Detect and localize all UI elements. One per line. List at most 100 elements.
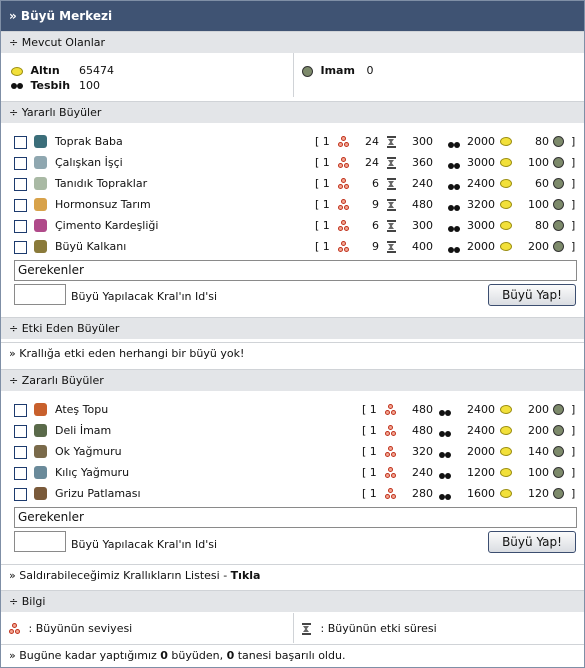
bracket-close: ] xyxy=(571,424,576,437)
spell-beads-cost: 2400 xyxy=(467,177,495,190)
spell-name: Çalışkan İşçi xyxy=(55,156,123,169)
spell-name: Tanıdık Topraklar xyxy=(55,177,148,190)
bracket-open: [ 1 xyxy=(315,240,330,253)
section-header-harmful: ÷ Zararlı Büyüler xyxy=(1,369,584,391)
legend-duration: : Büyünün etki süresi xyxy=(302,622,437,635)
spell-checkbox[interactable] xyxy=(14,488,27,501)
spell-beads-cost: 2400 xyxy=(467,403,495,416)
spell-level: 24 xyxy=(365,156,379,169)
section-header-current: ÷ Mevcut Olanlar xyxy=(1,31,584,53)
spell-checkbox[interactable] xyxy=(14,178,27,191)
tesbih-resource: Tesbih 100 xyxy=(11,79,100,92)
king-id-input-2[interactable] xyxy=(14,531,66,552)
spell-name: Deli İmam xyxy=(55,424,112,437)
bracket-close: ] xyxy=(571,219,576,232)
spell-gold-cost: 100 xyxy=(528,466,549,479)
spell-checkbox[interactable] xyxy=(14,446,27,459)
spell-icon xyxy=(34,240,47,253)
spell-gold-cost: 80 xyxy=(535,135,549,148)
spell-gold-cost: 80 xyxy=(535,219,549,232)
legend-level: : Büyünün seviyesi xyxy=(9,622,132,635)
harmful-spell-row: Ok Yağmuru [ 1 320 2000 140] xyxy=(1,445,584,461)
spell-checkbox[interactable] xyxy=(14,241,27,254)
gold-coin-icon xyxy=(500,137,512,146)
gold-coin-icon xyxy=(500,158,512,167)
spell-gold-cost: 60 xyxy=(535,177,549,190)
hourglass-icon xyxy=(387,178,396,190)
cast-spell-button-2[interactable]: Büyü Yap! xyxy=(488,531,576,553)
spell-level: 9 xyxy=(372,198,379,211)
imam-icon xyxy=(553,404,564,415)
gold-coin-icon xyxy=(500,468,512,477)
bracket-open: [ 1 xyxy=(362,466,377,479)
spell-gold-cost: 200 xyxy=(528,240,549,253)
imam-icon xyxy=(553,157,564,168)
spell-name: Toprak Baba xyxy=(55,135,123,148)
spell-beads-cost: 3000 xyxy=(467,156,495,169)
imam-icon xyxy=(553,241,564,252)
spell-duration: 480 xyxy=(412,403,433,416)
spell-duration: 240 xyxy=(412,177,433,190)
level-icon xyxy=(385,446,397,458)
imam-value: 0 xyxy=(366,64,374,77)
spell-checkbox[interactable] xyxy=(14,467,27,480)
spell-name: Hormonsuz Tarım xyxy=(55,198,151,211)
spell-level: 6 xyxy=(372,219,379,232)
section-header-beneficial: ÷ Yararlı Büyüler xyxy=(1,101,584,123)
imam-icon xyxy=(553,488,564,499)
hourglass-icon xyxy=(387,220,396,232)
level-icon xyxy=(385,425,397,437)
hourglass-icon xyxy=(387,136,396,148)
altin-value: 65474 xyxy=(79,64,114,77)
gold-coin-icon xyxy=(500,200,512,209)
spell-duration: 280 xyxy=(412,487,433,500)
spell-checkbox[interactable] xyxy=(14,404,27,417)
spell-level: 24 xyxy=(365,135,379,148)
imam-resource: Imam 0 xyxy=(302,64,373,77)
spell-checkbox[interactable] xyxy=(14,199,27,212)
king-id-input-1[interactable] xyxy=(14,284,66,305)
bracket-open: [ 1 xyxy=(362,403,377,416)
spell-level: 9 xyxy=(372,240,379,253)
bracket-open: [ 1 xyxy=(362,445,377,458)
imam-icon xyxy=(553,178,564,189)
spell-duration: 480 xyxy=(412,424,433,437)
spell-duration: 360 xyxy=(412,156,433,169)
gold-coin-icon xyxy=(500,179,512,188)
spell-icon xyxy=(34,445,47,458)
bracket-open: [ 1 xyxy=(315,135,330,148)
beneficial-spell-row: Tanıdık Topraklar [ 1 6 240 2400 60] xyxy=(1,177,584,193)
bracket-open: [ 1 xyxy=(362,424,377,437)
spell-checkbox[interactable] xyxy=(14,136,27,149)
spell-gold-cost: 120 xyxy=(528,487,549,500)
spell-icon xyxy=(34,135,47,148)
spell-beads-cost: 1200 xyxy=(467,466,495,479)
spell-checkbox[interactable] xyxy=(14,157,27,170)
gold-coin-icon xyxy=(500,242,512,251)
divider xyxy=(293,613,294,643)
spell-icon xyxy=(34,177,47,190)
bracket-close: ] xyxy=(571,177,576,190)
imam-icon xyxy=(302,65,313,77)
spell-checkbox[interactable] xyxy=(14,425,27,438)
section-header-active: ÷ Etki Eden Büyüler xyxy=(1,317,584,339)
spell-beads-cost: 2400 xyxy=(467,424,495,437)
spell-duration: 480 xyxy=(412,198,433,211)
spell-checkbox[interactable] xyxy=(14,220,27,233)
level-icon xyxy=(338,178,350,190)
gold-coin-icon xyxy=(500,405,512,414)
page-title: » Büyü Merkezi xyxy=(1,1,584,31)
altin-label: Altın xyxy=(30,64,60,77)
spell-beads-cost: 2000 xyxy=(467,135,495,148)
imam-label: Imam xyxy=(320,64,355,77)
total-spells-count: 0 xyxy=(160,649,168,662)
spell-name: Kılıç Yağmuru xyxy=(55,466,130,479)
bracket-open: [ 1 xyxy=(362,487,377,500)
cast-spell-button-1[interactable]: Büyü Yap! xyxy=(488,284,576,306)
legend-duration-text: : Büyünün etki süresi xyxy=(320,622,437,635)
bracket-open: [ 1 xyxy=(315,198,330,211)
attack-list-link[interactable]: Tıkla xyxy=(231,569,261,582)
spell-gold-cost: 100 xyxy=(528,198,549,211)
bracket-close: ] xyxy=(571,487,576,500)
spell-icon xyxy=(34,219,47,232)
